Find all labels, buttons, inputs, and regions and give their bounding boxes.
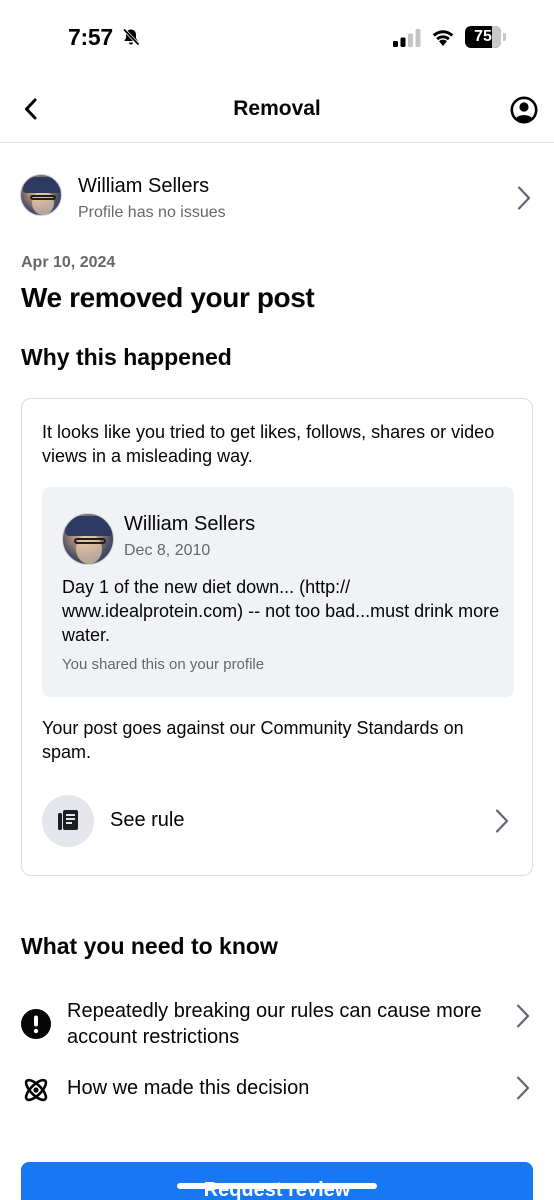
battery-level: 75 bbox=[474, 28, 492, 45]
restrictions-label: Repeatedly breaking our rules can cause … bbox=[67, 1000, 482, 1048]
decision-info-row[interactable]: How we made this decision bbox=[21, 1075, 533, 1103]
standards-text: Your post goes against our Community Sta… bbox=[42, 718, 464, 762]
removal-headline: We removed your post bbox=[21, 282, 315, 313]
home-indicator bbox=[177, 1183, 377, 1189]
see-rule-button[interactable]: See rule bbox=[42, 795, 512, 847]
profile-name: William Sellers bbox=[78, 175, 210, 197]
post-preview: William Sellers Dec 8, 2010 Day 1 of the… bbox=[42, 487, 514, 697]
decision-label: How we made this decision bbox=[67, 1077, 310, 1099]
post-author: William Sellers bbox=[124, 513, 256, 535]
battery-icon: 75 bbox=[465, 26, 507, 48]
reason-card: It looks like you tried to get likes, fo… bbox=[21, 398, 533, 876]
profile-row[interactable]: William Sellers Profile has no issues bbox=[20, 172, 534, 222]
why-section-title: Why this happened bbox=[21, 344, 232, 370]
post-date: Dec 8, 2010 bbox=[124, 542, 211, 559]
chevron-right-icon bbox=[516, 1076, 530, 1100]
exclamation-circle-icon bbox=[21, 1009, 51, 1039]
know-section-title: What you need to know bbox=[21, 933, 278, 959]
restrictions-info-row[interactable]: Repeatedly breaking our rules can cause … bbox=[21, 998, 533, 1052]
removal-date: Apr 10, 2024 bbox=[21, 254, 116, 271]
reason-text: It looks like you tried to get likes, fo… bbox=[42, 422, 495, 466]
status-time: 7:57 bbox=[68, 24, 113, 50]
account-button[interactable] bbox=[510, 96, 538, 124]
status-bar: 7:57 75 bbox=[0, 0, 554, 76]
profile-status: Profile has no issues bbox=[78, 204, 226, 221]
post-body: Day 1 of the new diet down... (http:// w… bbox=[62, 577, 500, 645]
nav-bar: Removal bbox=[0, 76, 554, 143]
rulebook-icon bbox=[58, 810, 78, 830]
request-review-button[interactable]: Request review bbox=[21, 1162, 533, 1200]
bell-slash-icon bbox=[121, 27, 141, 52]
rule-icon-container bbox=[42, 795, 94, 847]
avatar bbox=[62, 513, 114, 565]
atom-icon bbox=[24, 1078, 48, 1102]
post-shared-note: You shared this on your profile bbox=[62, 656, 265, 673]
avatar bbox=[20, 174, 62, 216]
chevron-right-icon bbox=[517, 186, 531, 210]
chevron-right-icon bbox=[495, 809, 509, 833]
wifi-icon bbox=[430, 27, 456, 52]
see-rule-label: See rule bbox=[110, 809, 185, 831]
cellular-signal-icon bbox=[393, 29, 421, 52]
chevron-right-icon bbox=[516, 1004, 530, 1028]
page-title: Removal bbox=[233, 97, 321, 120]
account-circle-icon bbox=[510, 96, 538, 124]
